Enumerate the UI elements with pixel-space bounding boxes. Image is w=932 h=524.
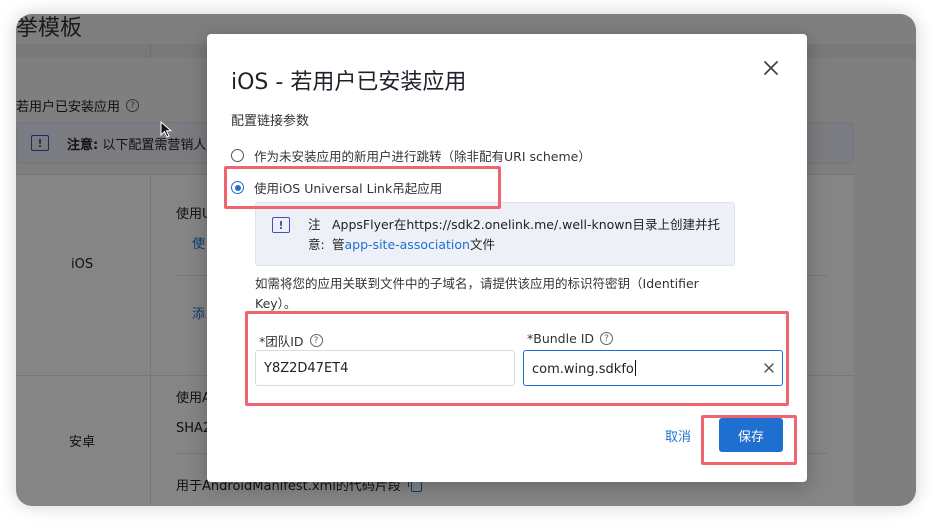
team-id-label-text: *团队ID [259, 334, 304, 349]
option-label: 使用iOS Universal Link吊起应用 [254, 181, 443, 196]
alert-message-icon: ! [272, 217, 290, 233]
help-icon[interactable]: ? [600, 332, 614, 345]
dialog-title: iOS - 若用户已安装应用 [231, 70, 467, 95]
help-icon[interactable]: ? [309, 334, 323, 347]
close-icon [764, 363, 774, 373]
option-new-user-redirect[interactable]: 作为未安装应用的新用户进行跳转（除非配有URI scheme） [231, 146, 591, 165]
option-label: 作为未安装应用的新用户进行跳转（除非配有URI scheme） [254, 149, 591, 164]
info-notice: ! 注意: AppsFlyer在https://sdk2.onelink.me/… [255, 202, 735, 266]
bundle-id-value: com.wing.sdkfo [532, 361, 634, 377]
bundle-id-label: *Bundle ID ? [527, 331, 614, 346]
team-id-input[interactable]: Y8Z2D47ET4 [255, 350, 515, 386]
close-icon [764, 61, 778, 75]
option-universal-link[interactable]: 使用iOS Universal Link吊起应用 [231, 178, 442, 197]
info-label: 注意: [308, 217, 325, 252]
mouse-cursor-icon [160, 121, 172, 138]
team-id-value: Y8Z2D47ET4 [264, 360, 349, 376]
bundle-id-input[interactable]: com.wing.sdkfo [523, 350, 783, 386]
team-id-label: *团队ID ? [259, 331, 323, 350]
close-button[interactable] [761, 58, 781, 78]
cancel-button[interactable]: 取消 [665, 426, 691, 445]
config-subhead: 配置链接参数 [231, 114, 310, 129]
radio-button-checked[interactable] [231, 181, 244, 194]
identifier-description: 如需将您的应用关联到文件中的子域名，请提供该应用的标识符密钥（Identifie… [255, 276, 699, 311]
radio-button[interactable] [231, 149, 244, 162]
aasa-link[interactable]: app-site-association [345, 237, 470, 252]
bundle-id-label-text: *Bundle ID [527, 331, 595, 346]
ios-installed-app-dialog: iOS - 若用户已安装应用 配置链接参数 作为未安装应用的新用户进行跳转（除非… [207, 34, 807, 482]
info-text-after: 文件 [469, 237, 495, 252]
info-text: AppsFlyer在https://sdk2.onelink.me/.well-… [332, 215, 732, 255]
text-caret [634, 359, 636, 376]
clear-input-button[interactable] [764, 360, 774, 376]
save-button[interactable]: 保存 [719, 418, 783, 452]
